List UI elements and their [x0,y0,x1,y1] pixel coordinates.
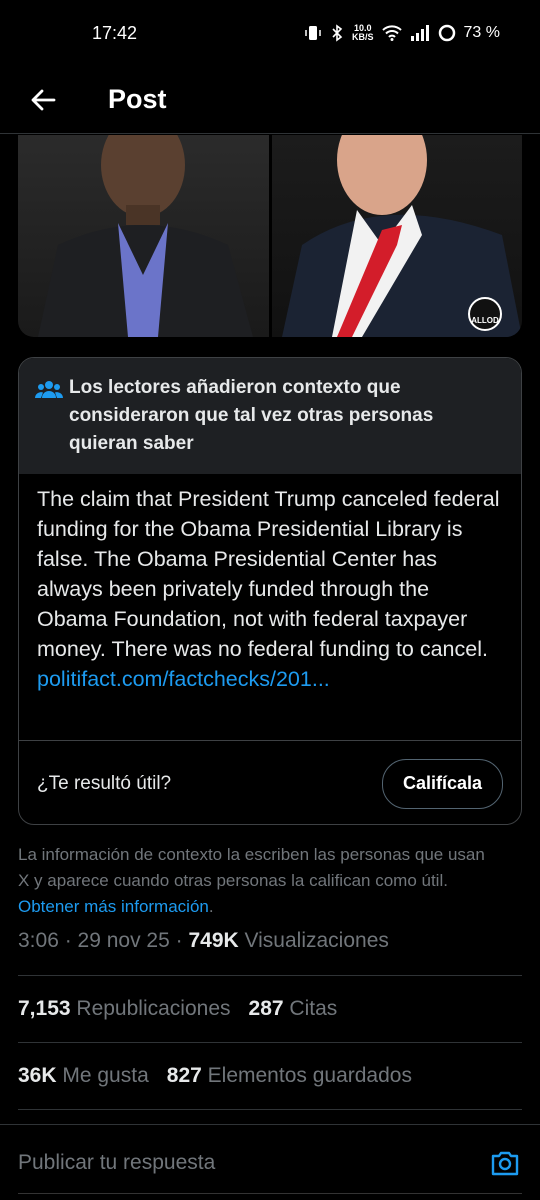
battery-icon [438,24,455,42]
back-button[interactable] [22,79,64,121]
post-meta: 3:06 · 29 nov 25 · 749K Visualizaciones [18,929,389,952]
person-photo-left [38,135,253,337]
wifi-icon [381,25,402,41]
learn-more-link[interactable]: Obtener más información [18,897,209,916]
views-label: Visualizaciones [244,929,389,952]
reposts-stat[interactable]: 7,153 Republicaciones [18,997,231,1021]
bookmarks-stat[interactable]: 827 Elementos guardados [167,1064,412,1088]
photo-right: ALLOD [271,135,522,337]
bluetooth-icon [332,24,343,42]
note-footer: ¿Te resultó útil? Califícala [19,740,521,824]
quotes-stat[interactable]: 287 Citas [249,997,338,1021]
vibrate-icon [305,26,321,40]
photo-left [18,135,269,337]
disclaimer-period: . [208,897,214,916]
net-speed: 10.0 KB/S [352,23,374,42]
reply-underline [18,1193,522,1194]
disclaimer-text: La información de contexto la escriben l… [18,845,485,890]
divider [18,1109,522,1110]
status-icons: 10.0 KB/S 73 % [304,24,500,42]
page-title: Post [108,84,167,114]
post-date: 29 nov 25 [77,929,170,952]
stats-row-reposts: 7,153 Republicaciones 287 Citas [18,975,522,1042]
likes-stat[interactable]: 36K Me gusta [18,1064,149,1088]
status-bar: 17:42 10.0 KB/S 73 % [0,0,540,66]
note-body: The claim that President Trump canceled … [19,474,521,740]
views-count: 749K [188,929,239,952]
top-bar: Post [0,66,540,134]
people-icon [35,381,63,398]
rate-button[interactable]: Califícala [381,758,503,809]
note-disclaimer: La información de contexto la escriben l… [18,842,498,920]
stats-row-likes: 36K Me gusta 827 Elementos guardados [18,1042,522,1109]
back-arrow-icon [31,89,56,110]
post-media[interactable]: ALLOD [18,135,522,337]
post-time: 3:06 [18,929,59,952]
note-header: Los lectores añadieron contexto que cons… [19,358,521,474]
helpful-question: ¿Te resultó útil? [37,772,172,794]
note-header-text: Los lectores añadieron contexto que cons… [69,377,434,454]
status-time: 17:42 [92,22,138,43]
reply-input[interactable]: Publicar tu respuesta [18,1151,215,1175]
watermark-logo: ALLOD [468,297,502,331]
camera-icon[interactable] [490,1149,520,1177]
community-note: Los lectores añadieron contexto que cons… [18,357,522,825]
reply-bar: Publicar tu respuesta [0,1124,540,1200]
signal-icon [410,25,429,41]
note-source-link[interactable]: politifact.com/factchecks/201... [37,667,330,691]
note-text: The claim that President Trump canceled … [37,487,500,661]
battery-level: 73 % [463,24,500,41]
